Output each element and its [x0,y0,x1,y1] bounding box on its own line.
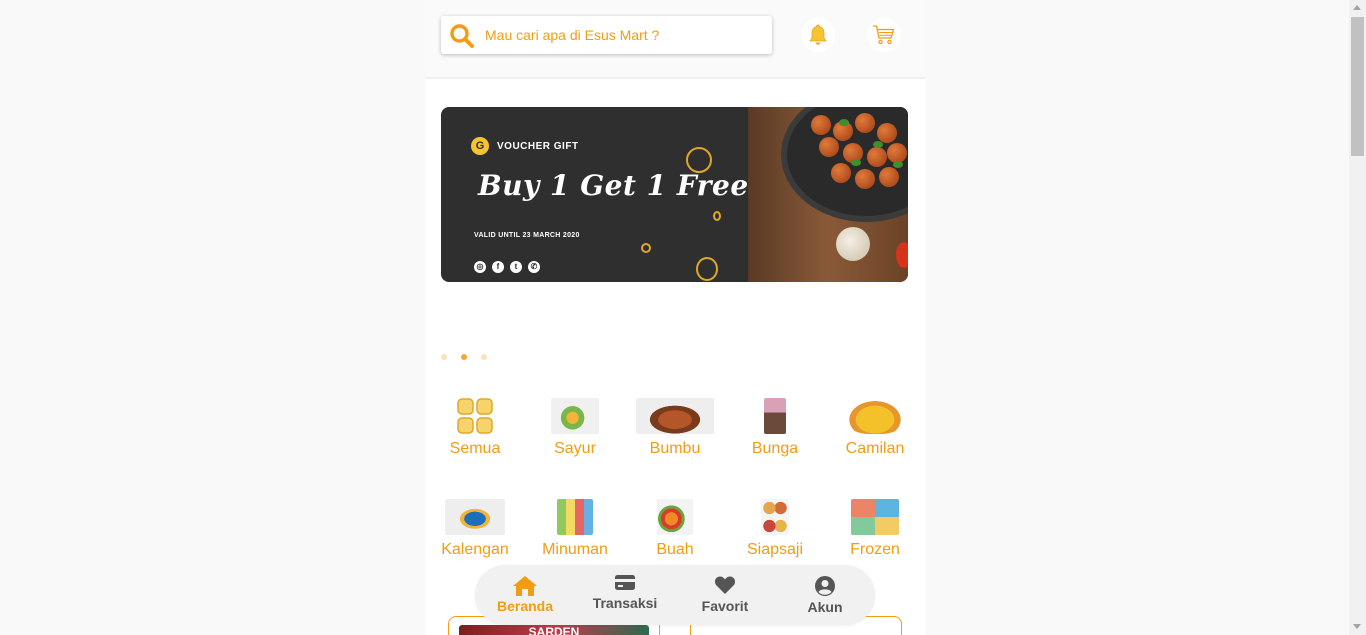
instagram-icon: ◎ [474,261,486,273]
pepper-doodle [696,257,718,281]
category-label: Sayur [554,440,596,457]
category-bunga[interactable]: Bunga [725,398,825,468]
nav-beranda[interactable]: Beranda [480,565,570,625]
scroll-down-arrow-icon[interactable] [1353,624,1361,629]
facebook-icon: f [492,261,504,273]
bell-icon [809,24,827,45]
carousel-indicators [441,354,487,360]
meatball [855,169,875,189]
voucher-tag: G VOUCHER GIFT [471,137,579,155]
meatball [877,123,897,143]
meatball [811,115,831,135]
bottom-nav: Beranda Transaksi Favorit Akun [475,565,875,625]
category-minuman[interactable]: Minuman [525,499,625,569]
category-camilan[interactable]: Camilan [825,398,925,468]
meatball [819,137,839,157]
account-icon [815,576,835,596]
heart-icon [714,576,736,594]
snack-image [845,398,905,434]
category-semua[interactable]: Semua [425,398,525,468]
page-scrollbar[interactable] [1349,0,1366,635]
flower-image [764,398,786,434]
twitter-icon: t [510,261,522,273]
cart-button[interactable] [867,18,901,52]
carousel-dot-active[interactable] [461,354,467,360]
voucher-label: VOUCHER GIFT [497,140,579,152]
product-thumbnail: SARDEN [459,625,649,635]
category-label: Minuman [542,541,608,558]
category-buah[interactable]: Buah [625,499,725,569]
garlic [836,227,870,261]
seed-doodle [713,211,721,221]
can-image [445,499,505,535]
nav-label: Beranda [496,598,554,614]
carousel-dot[interactable] [441,354,447,360]
nav-akun[interactable]: Akun [780,565,870,625]
notification-button[interactable] [801,18,835,52]
vegetable-image [551,398,599,434]
category-bumbu[interactable]: Bumbu [625,398,725,468]
meatball [887,143,907,163]
nav-favorit[interactable]: Favorit [680,565,770,625]
app-container: G VOUCHER GIFT Buy 1 Get 1 Free VALID UN… [425,0,925,635]
promo-banner[interactable]: G VOUCHER GIFT Buy 1 Get 1 Free VALID UN… [441,107,908,282]
category-label: Camilan [845,440,905,457]
banner-headline: Buy 1 Get 1 Free [478,169,749,202]
search-input[interactable] [485,16,765,54]
grid-icon [457,398,493,434]
frozen-image [851,499,899,535]
category-row-1: Semua Sayur Bumbu Bunga Camilan [425,398,925,468]
category-label: Bumbu [649,440,701,457]
category-frozen[interactable]: Frozen [825,499,925,569]
category-label: Buah [656,541,694,558]
banner-socials: ◎ f t ✆ [474,261,540,273]
category-row-2: Kalengan Minuman Buah Siapsaji Frozen [425,499,925,569]
category-kalengan[interactable]: Kalengan [425,499,525,569]
nav-label: Transaksi [592,595,658,611]
cart-icon [873,25,895,45]
search-box[interactable] [441,16,772,54]
search-icon [450,24,474,48]
banner-valid-date: VALID UNTIL 23 MARCH 2020 [474,232,580,239]
category-label: Kalengan [441,541,509,558]
category-siapsaji[interactable]: Siapsaji [725,499,825,569]
category-label: Siapsaji [746,541,804,558]
nav-label: Akun [807,599,843,615]
carousel-dot[interactable] [481,354,487,360]
home-icon [513,576,537,596]
meatball [831,163,851,183]
whatsapp-icon: ✆ [528,261,540,273]
basil-leaf [893,161,903,168]
tomato [896,242,908,268]
nav-transaksi[interactable]: Transaksi [580,565,670,625]
voucher-logo-icon: G [471,137,489,155]
basil-leaf [839,119,849,126]
meatball [855,113,875,133]
ready-meal-image [761,499,789,535]
basil-leaf [873,141,883,148]
category-label: Bunga [751,440,799,457]
meatball [867,147,887,167]
nav-label: Favorit [701,598,749,614]
scroll-up-arrow-icon[interactable] [1353,5,1361,10]
category-sayur[interactable]: Sayur [525,398,625,468]
category-label: Frozen [850,541,900,558]
drink-image [557,499,593,535]
top-bar [425,0,925,79]
category-label: Semua [449,440,501,457]
spice-image [636,398,714,434]
basil-leaf [851,159,861,166]
scrollbar-thumb[interactable] [1351,17,1364,156]
pepper-doodle [641,243,651,253]
meatball [879,167,899,187]
fruit-image [657,499,693,535]
wallet-icon [615,575,635,590]
